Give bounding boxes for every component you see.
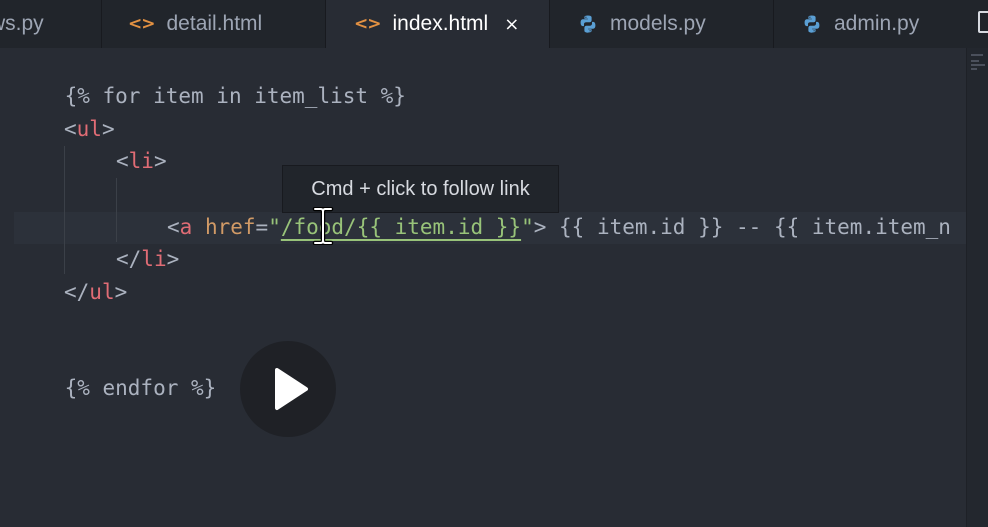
code-line-7[interactable]: {% endfor %} xyxy=(14,340,217,400)
attribute-name: href xyxy=(192,215,256,239)
tag-bracket: </ xyxy=(116,247,142,271)
tag-name: a xyxy=(179,215,193,239)
tag-bracket: > xyxy=(114,280,128,304)
indent-guide xyxy=(116,178,117,242)
tag-bracket: > xyxy=(166,247,180,271)
tag-bracket: > xyxy=(533,215,547,239)
text-cursor-icon xyxy=(312,207,334,245)
python-icon xyxy=(804,15,820,33)
tab-label: admin.py xyxy=(834,12,920,35)
close-icon[interactable]: × xyxy=(504,14,519,35)
html-icon: <> xyxy=(128,14,155,34)
code-line-3[interactable]: <li> xyxy=(116,145,167,177)
minimap[interactable] xyxy=(966,48,988,527)
tag-bracket: < xyxy=(167,215,180,239)
template-tag: {% endfor %} xyxy=(64,376,217,400)
tooltip-text: Cmd + click to follow link xyxy=(311,177,530,200)
tab-index-html[interactable]: <> index.html × xyxy=(326,0,550,48)
string-quote: " xyxy=(268,215,281,239)
tag-bracket: < xyxy=(64,117,77,141)
string-quote: " xyxy=(521,215,534,239)
code-line-1[interactable]: {% for item in item_list %} xyxy=(14,48,406,108)
tab-bar: ws.py <> detail.html <> index.html × mod… xyxy=(0,0,988,48)
tag-bracket: </ xyxy=(64,280,90,304)
code-line-5[interactable]: </li> xyxy=(116,243,179,275)
indent-guide xyxy=(64,146,65,274)
equals-sign: = xyxy=(255,215,269,239)
code-editor[interactable]: {% for item in item_list %} <ul> <li> <a… xyxy=(0,48,966,527)
tag-name: li xyxy=(141,247,167,271)
tag-bracket: > xyxy=(101,117,115,141)
tab-label: index.html xyxy=(392,12,489,35)
play-button[interactable] xyxy=(240,341,336,437)
tag-bracket: > xyxy=(153,149,167,173)
template-tag: {% for item in item_list %} xyxy=(64,84,406,108)
tab-label: models.py xyxy=(610,12,706,35)
tab-label: detail.html xyxy=(166,12,263,35)
tag-name: li xyxy=(128,149,154,173)
tag-name: ul xyxy=(89,280,115,304)
code-line-2[interactable]: <ul> xyxy=(64,113,115,145)
play-icon xyxy=(275,368,308,410)
tab-label: ws.py xyxy=(0,12,44,35)
code-line-6[interactable]: </ul> xyxy=(64,276,127,308)
code-line-4[interactable]: <a href="/food/{{ item.id }}"> {{ item.i… xyxy=(167,211,951,243)
tab-detail-html[interactable]: <> detail.html xyxy=(102,0,326,48)
tag-bracket: < xyxy=(116,149,129,173)
tab-views-py[interactable]: ws.py xyxy=(0,0,102,48)
link-tooltip: Cmd + click to follow link xyxy=(282,165,559,213)
file-icon[interactable] xyxy=(978,11,988,33)
tab-admin-py[interactable]: admin.py xyxy=(774,0,988,48)
html-icon: <> xyxy=(354,14,381,34)
python-icon xyxy=(580,15,596,33)
tab-models-py[interactable]: models.py xyxy=(550,0,774,48)
tag-name: ul xyxy=(76,117,102,141)
template-expression: {{ item.id }} -- {{ item.item_n xyxy=(546,215,951,239)
